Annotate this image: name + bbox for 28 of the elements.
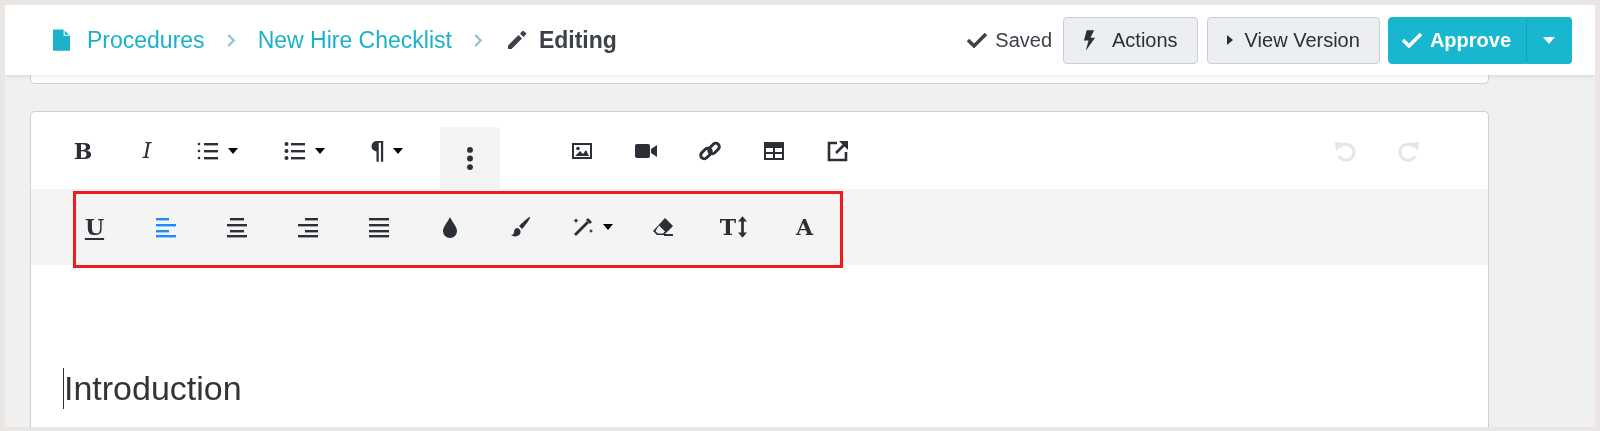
more-icon (467, 146, 473, 170)
view-version-button[interactable]: View Version (1206, 16, 1380, 64)
chevron-icon (473, 33, 483, 47)
document-icon (53, 29, 70, 51)
lightning-icon (1083, 29, 1096, 51)
paragraph-button[interactable]: ¶ (353, 112, 440, 189)
italic-button[interactable]: I (115, 112, 179, 189)
checkmark-icon (1401, 32, 1422, 48)
saved-status: Saved (995, 28, 1052, 52)
caret-icon (228, 147, 238, 154)
bold-button[interactable]: B (51, 112, 115, 189)
text-size-button[interactable]: T (698, 189, 769, 265)
up-down-arrow-icon (738, 216, 748, 238)
dropdown-button[interactable] (1526, 16, 1572, 64)
caret-icon (393, 147, 404, 154)
caret-icon (602, 224, 613, 230)
heading: Introduction (63, 368, 242, 409)
more-button[interactable] (440, 127, 500, 189)
chevron-icon (226, 33, 236, 47)
underline-button[interactable]: U (59, 189, 130, 265)
caret-icon (1543, 36, 1555, 44)
caret-icon (315, 147, 325, 154)
checkmark-icon (967, 32, 988, 48)
current-page-title: Editing (538, 26, 617, 54)
actions-button[interactable]: Actions (1063, 16, 1198, 64)
external-link-icon (826, 138, 850, 163)
play-icon (1226, 35, 1233, 45)
font-button[interactable]: A (769, 189, 840, 265)
